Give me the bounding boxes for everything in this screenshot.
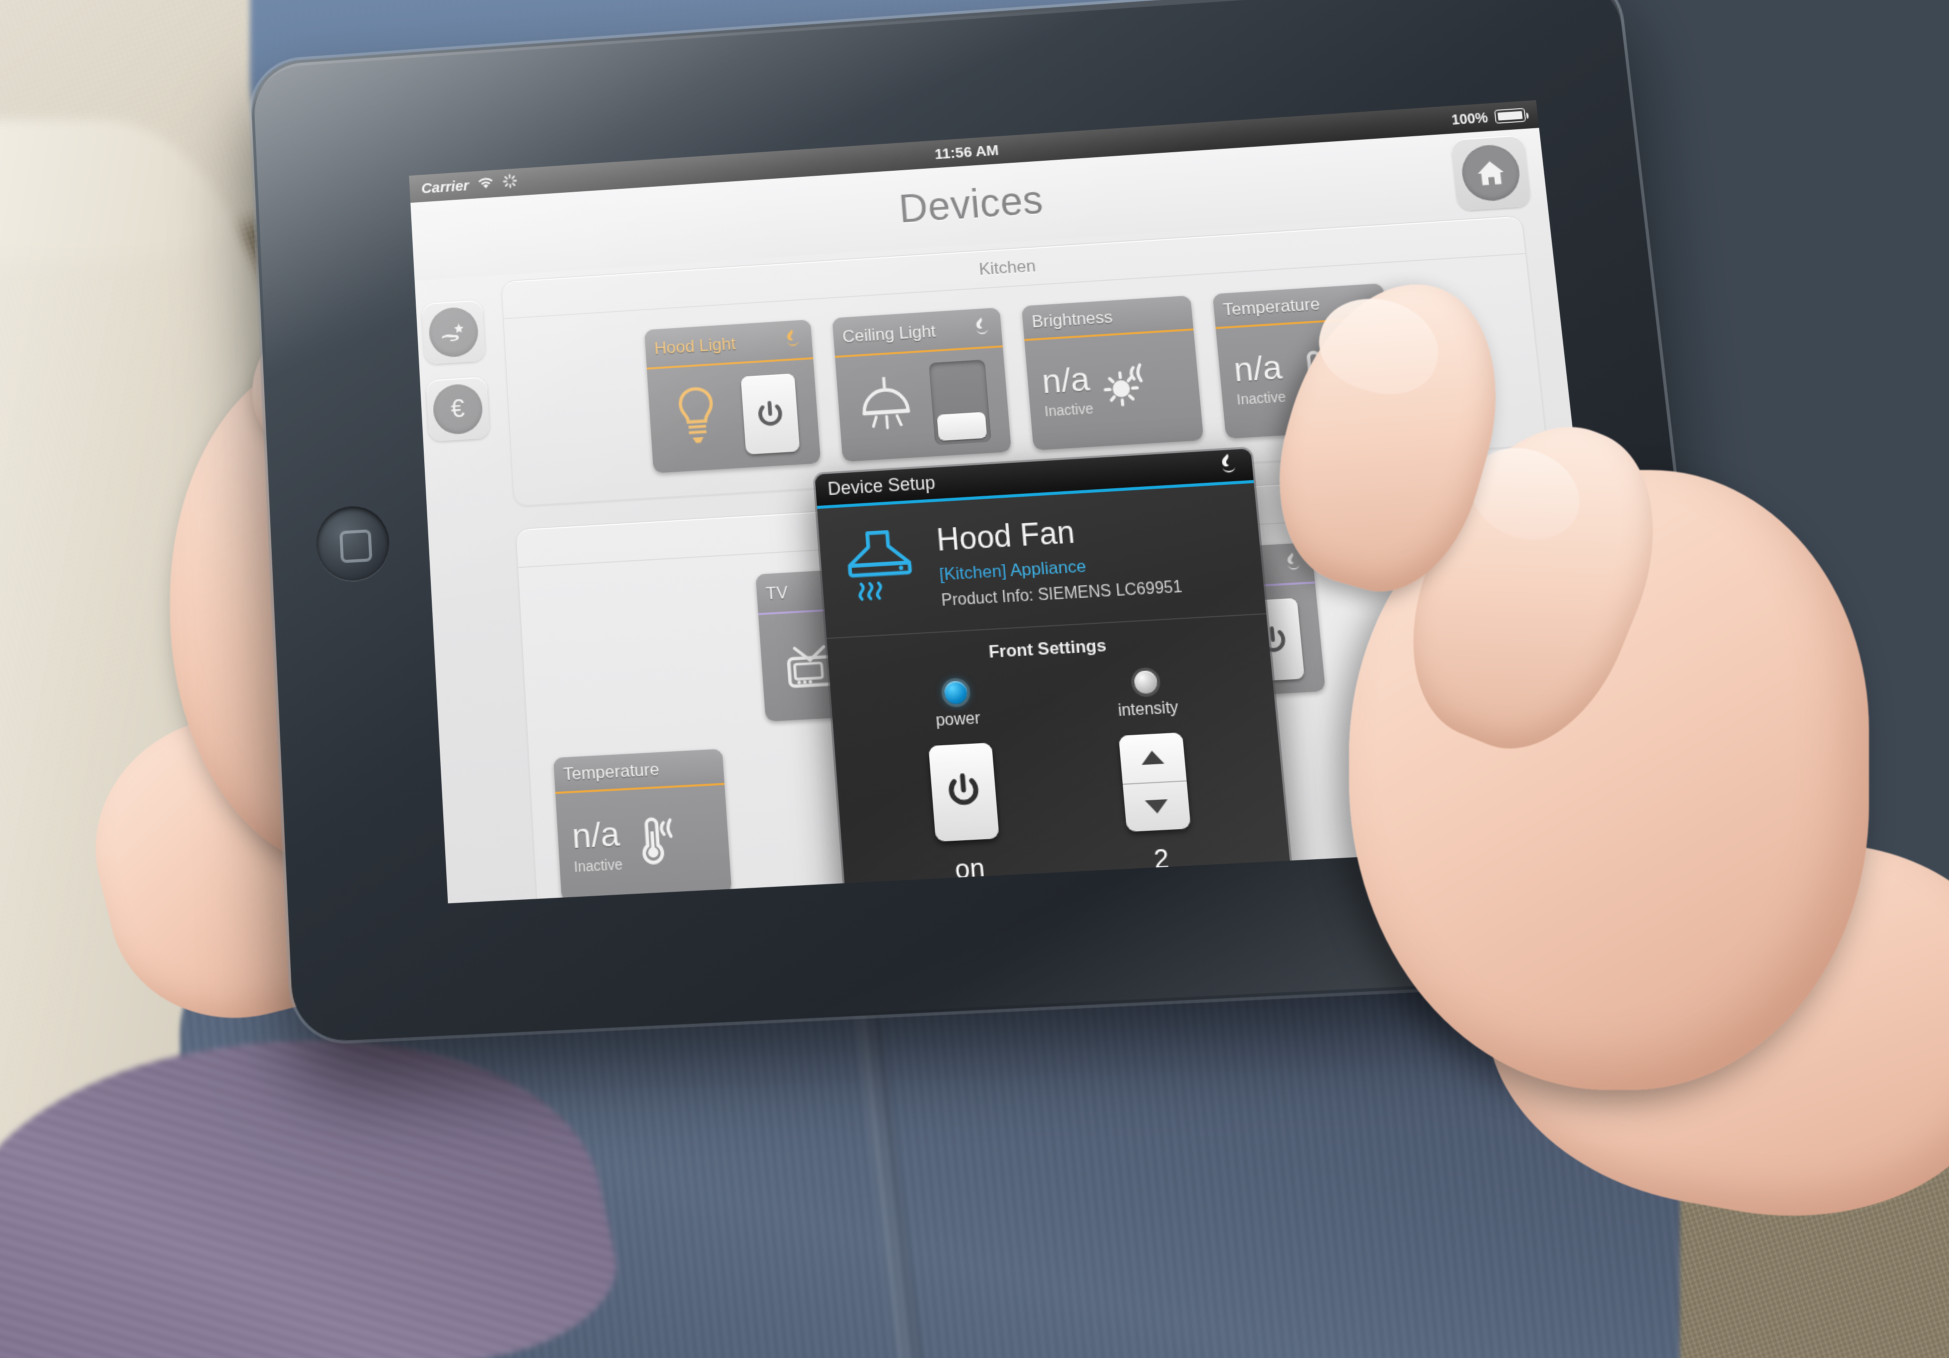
- device-tile-ceiling-light[interactable]: Ceiling Light: [832, 307, 1012, 462]
- flame-icon: [782, 327, 804, 353]
- power-toggle-button[interactable]: [928, 742, 1000, 842]
- device-category-label: Appliance: [1009, 556, 1087, 581]
- device-room-tag: [Kitchen]: [938, 561, 1008, 585]
- brightness-slider[interactable]: [928, 359, 992, 446]
- range-hood-icon: [839, 525, 924, 620]
- svg-text:€: €: [450, 395, 465, 423]
- control-label: power: [935, 709, 981, 730]
- tile-label: Hood Light: [653, 333, 737, 358]
- tile-label: Brightness: [1031, 307, 1114, 332]
- home-button[interactable]: [1450, 134, 1532, 212]
- tile-label: TV: [765, 582, 789, 603]
- flame-icon: [971, 315, 993, 341]
- sensor-state: Inactive: [573, 855, 624, 876]
- slider-handle[interactable]: [936, 411, 988, 441]
- power-icon: [944, 770, 984, 815]
- tile-label: Temperature: [562, 759, 660, 785]
- power-button[interactable]: [740, 373, 800, 455]
- power-led-indicator: [943, 680, 968, 705]
- sidebar-item-favorites[interactable]: [421, 299, 486, 365]
- hand-star-icon: [427, 306, 480, 359]
- device-tile-temperature-living[interactable]: Temperature n/a Inactive: [553, 748, 732, 902]
- lightbulb-icon: [668, 383, 724, 453]
- dialog-title: Device Setup: [827, 472, 936, 500]
- pendant-lamp-icon: [855, 373, 916, 441]
- home-icon: [1459, 143, 1523, 203]
- control-power: power on: [923, 673, 1003, 886]
- sensor-value: n/a: [570, 814, 621, 857]
- sidebar-item-costs[interactable]: €: [425, 376, 490, 442]
- battery-percent-label: 100%: [1450, 109, 1489, 128]
- page-title: Devices: [897, 178, 1045, 231]
- device-tile-hood-light[interactable]: Hood Light: [644, 319, 821, 474]
- euro-icon: €: [432, 382, 484, 436]
- left-sidebar: €: [421, 299, 490, 442]
- signal-icon: [661, 819, 671, 836]
- sensor-value: n/a: [1040, 360, 1092, 402]
- right-hand: [1129, 258, 1949, 1253]
- battery-full-icon: [1494, 107, 1527, 124]
- thermometer-icon: [625, 811, 683, 875]
- tile-label: Ceiling Light: [841, 321, 937, 346]
- sensor-state: Inactive: [1043, 400, 1094, 420]
